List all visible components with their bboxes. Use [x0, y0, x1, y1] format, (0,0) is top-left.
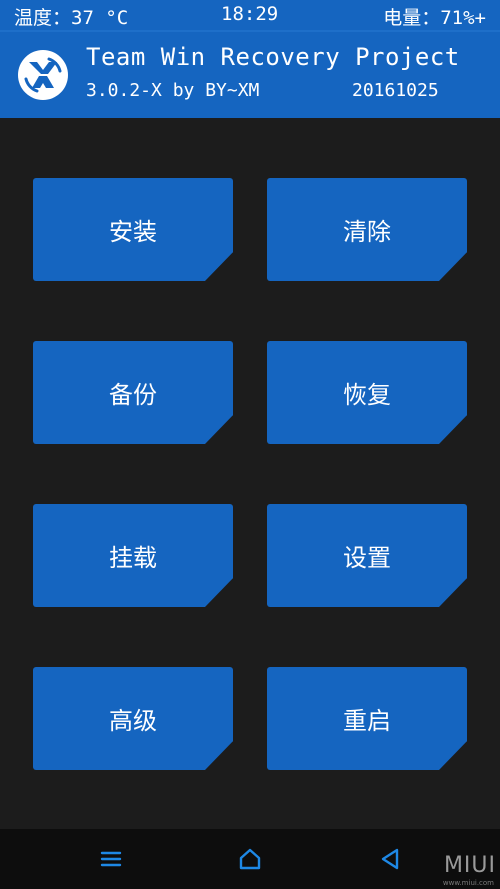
- restore-button[interactable]: 恢复: [267, 341, 467, 444]
- clock: 18:29: [221, 3, 279, 25]
- app-version: 3.0.2-X by BY~XM: [86, 80, 260, 101]
- miui-watermark-url: www.miui.com: [442, 879, 494, 887]
- main-menu: 安装 清除 备份 恢复 挂载 设置 高级 重启: [0, 118, 500, 829]
- back-icon[interactable]: [376, 845, 404, 873]
- app-header: Team Win Recovery Project 3.0.2-X by BY~…: [0, 32, 500, 118]
- build-date: 20161025: [352, 80, 439, 101]
- backup-button[interactable]: 备份: [33, 341, 233, 444]
- status-bar: 温度：37 °C 18:29 电量：71%+: [0, 0, 500, 30]
- miui-watermark: MIUI: [443, 853, 496, 878]
- install-button[interactable]: 安装: [33, 178, 233, 281]
- menu-icon[interactable]: [97, 845, 125, 873]
- app-title: Team Win Recovery Project: [86, 43, 460, 71]
- reboot-button[interactable]: 重启: [267, 667, 467, 770]
- wipe-button[interactable]: 清除: [267, 178, 467, 281]
- mount-button[interactable]: 挂载: [33, 504, 233, 607]
- home-icon[interactable]: [236, 845, 264, 873]
- twrp-logo-icon: [18, 50, 68, 100]
- navigation-bar: MIUI www.miui.com: [0, 829, 500, 889]
- settings-button[interactable]: 设置: [267, 504, 467, 607]
- battery-readout: 电量：71%+: [383, 7, 486, 29]
- temperature-readout: 温度：37 °C: [14, 7, 129, 29]
- advanced-button[interactable]: 高级: [33, 667, 233, 770]
